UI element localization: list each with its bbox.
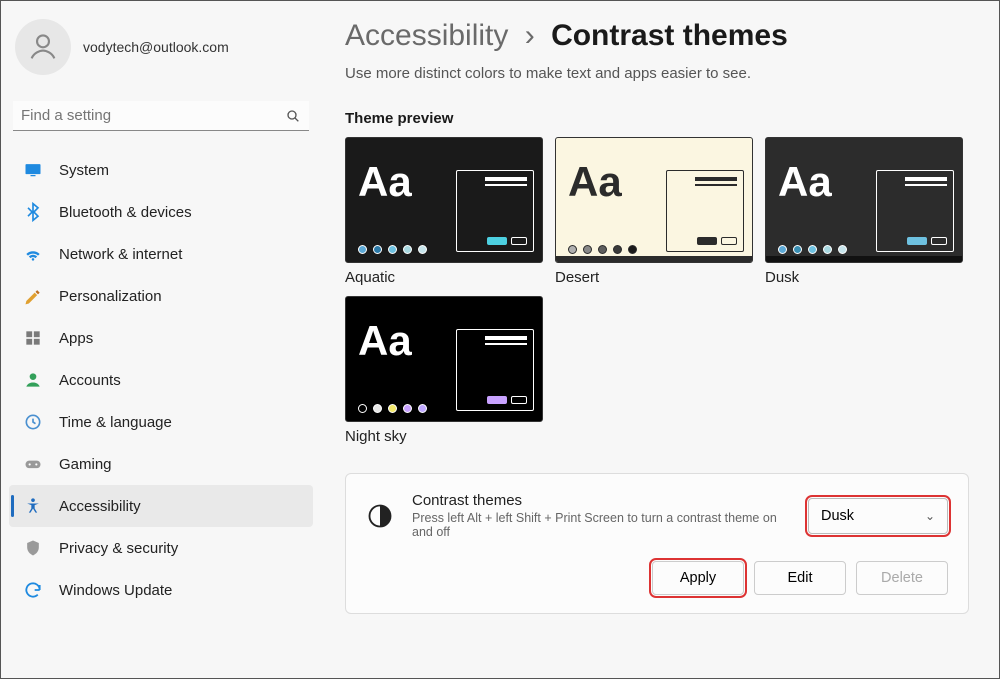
theme-card[interactable]: Aa — [345, 296, 543, 422]
nav-label: Gaming — [59, 456, 112, 473]
apply-button[interactable]: Apply — [652, 561, 744, 595]
panel-title: Contrast themes — [412, 492, 790, 509]
theme-night-sky[interactable]: Aa Night sky — [345, 296, 543, 445]
nav-item-update[interactable]: Windows Update — [9, 569, 313, 611]
gaming-icon — [23, 454, 43, 474]
nav-item-network[interactable]: Network & internet — [9, 233, 313, 275]
avatar — [15, 19, 71, 75]
nav-label: Accounts — [59, 372, 121, 389]
breadcrumb-parent[interactable]: Accessibility — [345, 19, 508, 52]
nav-item-personalization[interactable]: Personalization — [9, 275, 313, 317]
breadcrumb-current: Contrast themes — [551, 19, 788, 52]
nav-label: Apps — [59, 330, 93, 347]
theme-name: Night sky — [345, 428, 543, 445]
update-icon — [23, 580, 43, 600]
page-subtitle: Use more distinct colors to make text an… — [345, 65, 969, 82]
dropdown-value: Dusk — [821, 508, 925, 524]
bluetooth-icon — [23, 202, 43, 222]
nav-label: Privacy & security — [59, 540, 178, 557]
nav-list: System Bluetooth & devices Network & int… — [9, 149, 313, 611]
theme-name: Dusk — [765, 269, 963, 286]
panel-description: Press left Alt + left Shift + Print Scre… — [412, 511, 790, 539]
delete-button: Delete — [856, 561, 948, 595]
theme-dropdown[interactable]: Dusk ⌄ — [808, 498, 948, 534]
nav-label: Network & internet — [59, 246, 182, 263]
chevron-down-icon: ⌄ — [925, 509, 935, 523]
theme-name: Aquatic — [345, 269, 543, 286]
nav-item-time[interactable]: Time & language — [9, 401, 313, 443]
nav-item-accounts[interactable]: Accounts — [9, 359, 313, 401]
section-title: Theme preview — [345, 110, 969, 127]
nav-item-gaming[interactable]: Gaming — [9, 443, 313, 485]
nav-item-apps[interactable]: Apps — [9, 317, 313, 359]
nav-item-privacy[interactable]: Privacy & security — [9, 527, 313, 569]
apps-icon — [23, 328, 43, 348]
theme-dusk[interactable]: Aa Dusk — [765, 137, 963, 286]
nav-item-system[interactable]: System — [9, 149, 313, 191]
nav-item-accessibility[interactable]: Accessibility — [9, 485, 313, 527]
time-icon — [23, 412, 43, 432]
sidebar: vodytech@outlook.com System Bluetooth & … — [1, 1, 321, 678]
personalization-icon — [23, 286, 43, 306]
profile-email: vodytech@outlook.com — [83, 39, 229, 55]
themes-grid: Aa Aquatic Aa Desert Aa — [345, 137, 969, 445]
nav-label: Windows Update — [59, 582, 172, 599]
theme-card[interactable]: Aa — [345, 137, 543, 263]
profile-section[interactable]: vodytech@outlook.com — [9, 11, 313, 83]
search-input[interactable] — [21, 107, 285, 124]
accessibility-icon — [23, 496, 43, 516]
network-icon — [23, 244, 43, 264]
main-content: Accessibility › Contrast themes Use more… — [321, 1, 999, 678]
nav-label: System — [59, 162, 109, 179]
nav-label: Personalization — [59, 288, 162, 305]
privacy-icon — [23, 538, 43, 558]
breadcrumb-separator: › — [525, 19, 535, 52]
nav-label: Accessibility — [59, 498, 141, 515]
nav-label: Bluetooth & devices — [59, 204, 192, 221]
accounts-icon — [23, 370, 43, 390]
edit-button[interactable]: Edit — [754, 561, 846, 595]
theme-name: Desert — [555, 269, 753, 286]
theme-desert[interactable]: Aa Desert — [555, 137, 753, 286]
system-icon — [23, 160, 43, 180]
contrast-icon — [366, 502, 394, 530]
theme-card[interactable]: Aa — [765, 137, 963, 263]
contrast-panel: Contrast themes Press left Alt + left Sh… — [345, 473, 969, 614]
search-icon — [285, 108, 301, 124]
breadcrumb: Accessibility › Contrast themes — [345, 19, 969, 53]
nav-item-bluetooth[interactable]: Bluetooth & devices — [9, 191, 313, 233]
theme-card[interactable]: Aa — [555, 137, 753, 263]
theme-aquatic[interactable]: Aa Aquatic — [345, 137, 543, 286]
search-box[interactable] — [13, 101, 309, 131]
nav-label: Time & language — [59, 414, 172, 431]
